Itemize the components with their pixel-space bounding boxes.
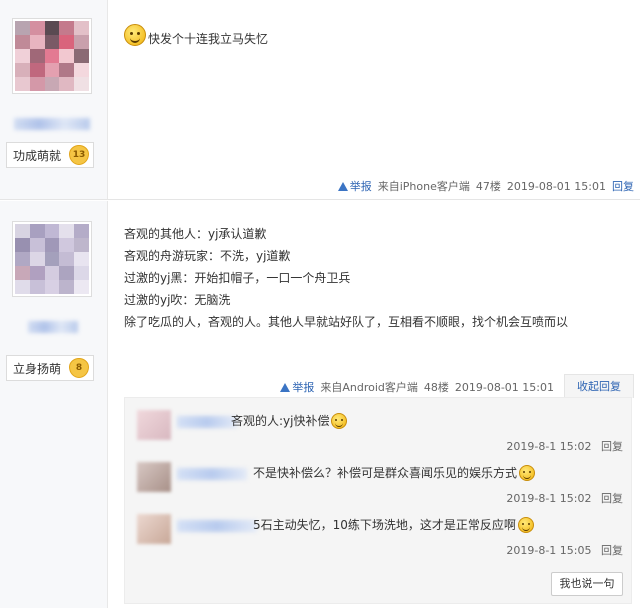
level-badge[interactable]: 立身扬萌 8 bbox=[6, 355, 94, 381]
smiley-emoticon-icon bbox=[124, 23, 146, 46]
sub-reply-reply-link[interactable]: 回复 bbox=[601, 544, 623, 557]
report-link[interactable]: 举报 bbox=[280, 379, 314, 395]
smiley-emoticon-icon bbox=[517, 516, 534, 533]
badge-label: 功成萌就 bbox=[13, 148, 62, 163]
post-source[interactable]: 来自Android客户端 bbox=[320, 379, 418, 395]
badge-label: 立身扬萌 bbox=[13, 361, 62, 376]
avatar-mosaic bbox=[15, 21, 89, 91]
sub-reply-text: 不是快补偿么？补偿可是群众喜闻乐见的娱乐方式 bbox=[253, 466, 518, 480]
sub-reply-time: 2019-8-1 15:02 bbox=[506, 440, 592, 453]
avatar-mosaic bbox=[15, 224, 89, 294]
avatar[interactable] bbox=[12, 18, 92, 94]
post-line: 吝观的其他人：yj承认道歉 bbox=[124, 227, 267, 241]
sub-reply-meta: 2019-8-1 15:02 回复 bbox=[506, 438, 623, 454]
level-badge-icon: 8 bbox=[69, 358, 90, 378]
level-badge[interactable]: 功成萌就 13 bbox=[6, 142, 94, 168]
sub-reply-meta: 2019-8-1 15:05 回复 bbox=[506, 542, 623, 558]
post-meta: 举报 来自iPhone客户端 47楼 2019-08-01 15:01 回复 bbox=[337, 178, 634, 194]
smiley-emoticon-icon bbox=[519, 464, 536, 481]
post-meta: 举报 来自Android客户端 48楼 2019-08-01 15:01 bbox=[280, 379, 554, 395]
post-line: 过激的yj吹：无脑洗 bbox=[124, 293, 231, 307]
username-blurred[interactable] bbox=[177, 520, 257, 532]
post-line: 过激的yj黑：开始扣帽子，一口一个舟卫兵 bbox=[124, 271, 351, 285]
report-link[interactable]: 举报 bbox=[337, 178, 372, 194]
username-blurred[interactable] bbox=[14, 118, 90, 130]
post-floor-47: 功成萌就 13 快发个十连我立马失忆 举报 来自iPhone客户端 47楼 20… bbox=[0, 0, 640, 200]
sub-replies-panel: 吝观的人:yj快补偿 2019-8-1 15:02 回复 不是快补偿么？补偿可是… bbox=[124, 397, 632, 604]
source-link[interactable]: 来自Android客户端 bbox=[320, 381, 418, 394]
sub-reply-reply-link[interactable]: 回复 bbox=[601, 440, 623, 453]
sub-reply-content: 不是快补偿么？补偿可是群众喜闻乐见的娱乐方式 bbox=[253, 464, 536, 481]
sub-reply: 5石主动失忆，10练下场洗地，这才是正常反应啊 2019-8-1 15:05 回… bbox=[137, 514, 623, 562]
post-line: 除了吃瓜的人，吝观的人。其他人早就站好队了，互相看不顺眼，找个机会互喷而以 bbox=[124, 315, 569, 329]
post-content: 快发个十连我立马失忆 bbox=[124, 22, 630, 47]
avatar[interactable] bbox=[137, 514, 171, 544]
smiley-emoticon-icon bbox=[331, 412, 348, 429]
username-blurred[interactable] bbox=[28, 321, 78, 333]
author-sidebar: 立身扬萌 8 bbox=[0, 201, 108, 608]
avatar[interactable] bbox=[137, 410, 171, 440]
sub-reply: 不是快补偿么？补偿可是群众喜闻乐见的娱乐方式 2019-8-1 15:02 回复 bbox=[137, 462, 623, 510]
sub-reply-content: 5石主动失忆，10练下场洗地，这才是正常反应啊 bbox=[253, 516, 534, 533]
report-warning-icon bbox=[337, 181, 348, 191]
sub-reply: 吝观的人:yj快补偿 2019-8-1 15:02 回复 bbox=[137, 410, 623, 458]
floor-number: 48楼 bbox=[423, 381, 449, 394]
sub-reply-time: 2019-8-1 15:02 bbox=[506, 492, 592, 505]
sub-reply-text: 吝观的人:yj快补偿 bbox=[231, 414, 330, 428]
post-time: 2019-08-01 15:01 bbox=[506, 179, 606, 193]
post-floor-48: 立身扬萌 8 吝观的其他人：yj承认道歉 吝观的舟游玩家：不洗，yj道歉 过激的… bbox=[0, 201, 640, 608]
author-sidebar: 功成萌就 13 bbox=[0, 0, 108, 199]
level-badge-icon: 13 bbox=[69, 145, 90, 165]
collapse-replies-button[interactable]: 收起回复 bbox=[564, 374, 634, 398]
sub-reply-content: 吝观的人:yj快补偿 bbox=[231, 412, 348, 429]
avatar[interactable] bbox=[137, 462, 171, 492]
sub-reply-meta: 2019-8-1 15:02 回复 bbox=[506, 490, 623, 506]
sub-reply-text: 5石主动失忆，10练下场洗地，这才是正常反应啊 bbox=[253, 518, 516, 532]
sub-reply-reply-link[interactable]: 回复 bbox=[601, 492, 623, 505]
post-content: 吝观的其他人：yj承认道歉 吝观的舟游玩家：不洗，yj道歉 过激的yj黑：开始扣… bbox=[124, 223, 630, 333]
username-blurred[interactable] bbox=[177, 416, 237, 428]
post-line: 吝观的舟游玩家：不洗，yj道歉 bbox=[124, 249, 291, 263]
report-label: 举报 bbox=[349, 180, 372, 193]
username-blurred[interactable] bbox=[177, 468, 247, 480]
reply-link[interactable]: 回复 bbox=[612, 178, 634, 194]
avatar[interactable] bbox=[12, 221, 92, 297]
floor-number: 47楼 bbox=[475, 180, 501, 193]
post-text: 快发个十连我立马失忆 bbox=[148, 32, 269, 46]
report-warning-icon bbox=[280, 382, 291, 392]
post-time: 2019-08-01 15:01 bbox=[454, 380, 554, 394]
post-source[interactable]: 来自iPhone客户端 bbox=[378, 178, 470, 194]
source-link[interactable]: 来自iPhone客户端 bbox=[378, 180, 470, 193]
report-label: 举报 bbox=[292, 381, 315, 394]
say-something-button[interactable]: 我也说一句 bbox=[551, 572, 623, 596]
sub-reply-time: 2019-8-1 15:05 bbox=[506, 544, 592, 557]
